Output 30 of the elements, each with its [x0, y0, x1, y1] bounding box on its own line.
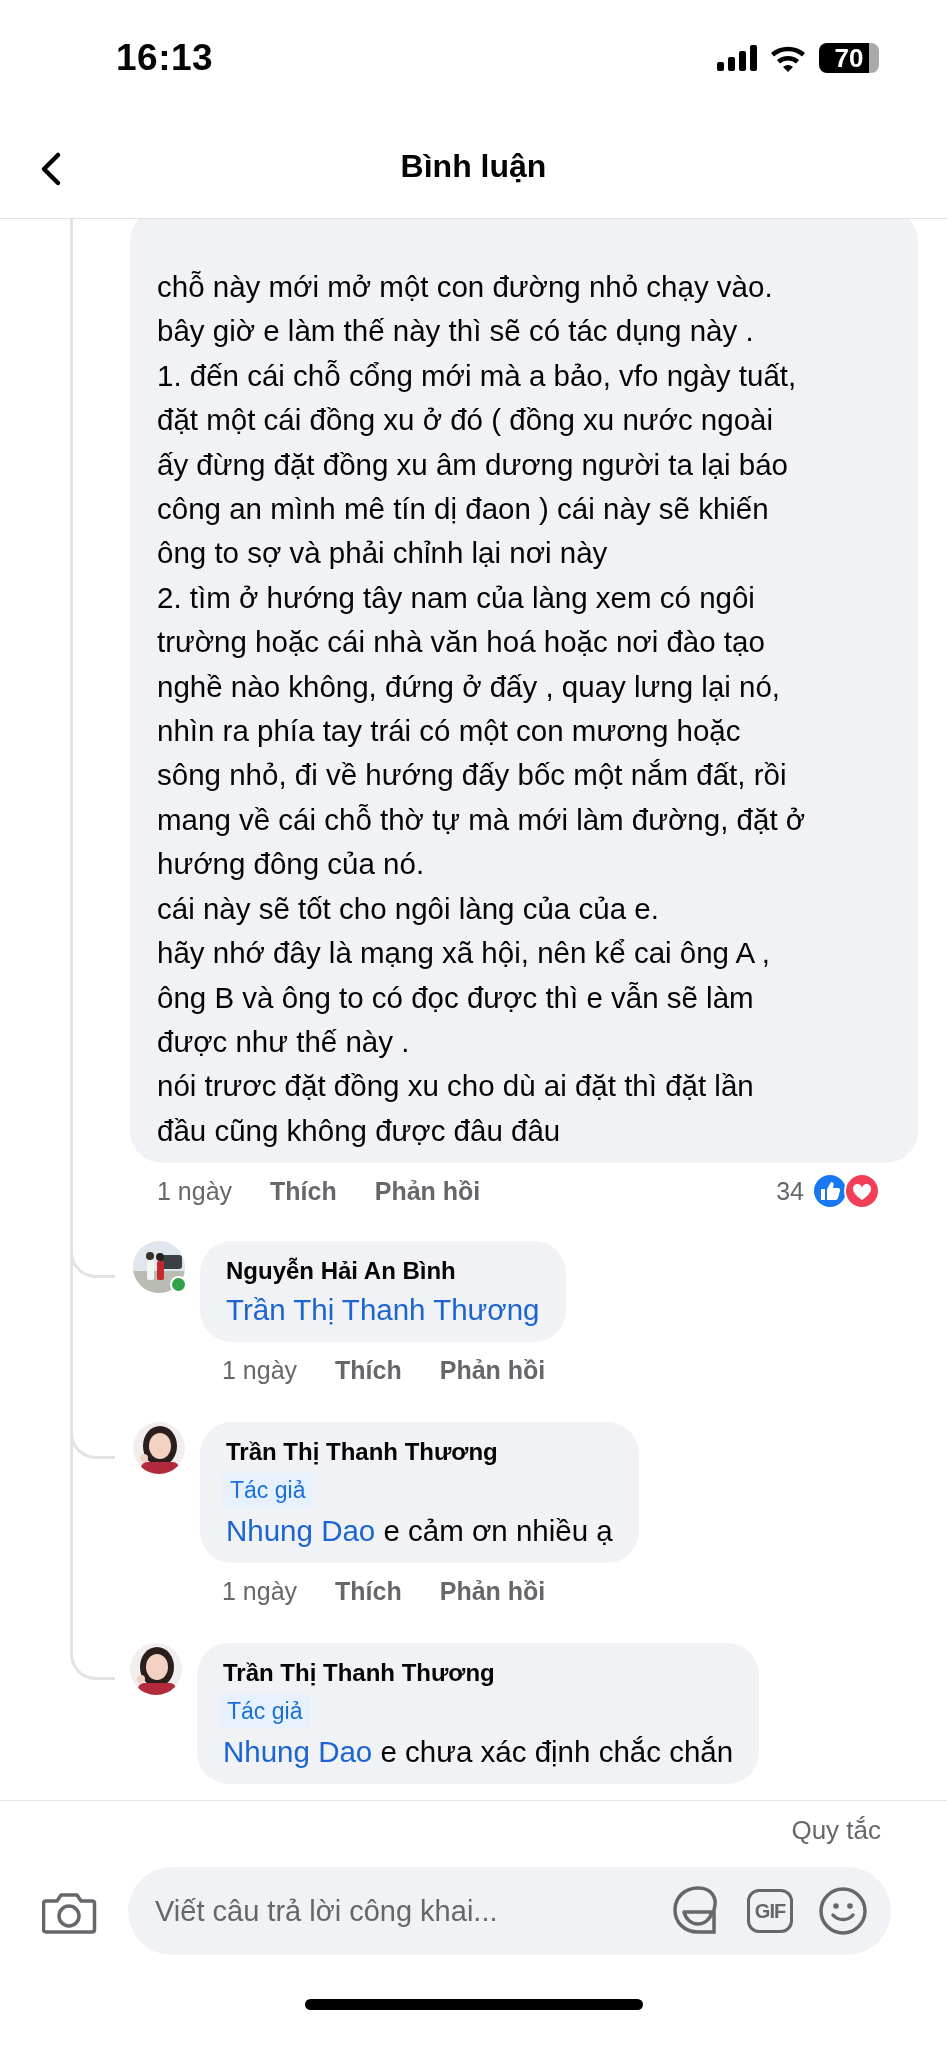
reply-link[interactable]: Phản hồi	[439, 1576, 546, 1606]
like-reaction-icon	[812, 1173, 848, 1210]
mention-link[interactable]: Nhung Dao	[223, 1735, 373, 1769]
author-badge: Tác giả	[219, 1694, 311, 1729]
love-reaction-icon	[844, 1173, 880, 1210]
comment-time: 1 ngày	[222, 1355, 298, 1385]
like-link[interactable]: Thích	[335, 1576, 402, 1606]
battery-indicator: 70	[819, 42, 879, 73]
reply-link[interactable]: Phản hồi	[439, 1355, 546, 1385]
comment-time: 1 ngày	[157, 1176, 233, 1206]
gif-button[interactable]: GIF	[747, 1889, 793, 1933]
author-name[interactable]: Nguyễn Hải An Bình	[226, 1254, 456, 1289]
rules-link[interactable]: Quy tắc	[791, 1815, 881, 1855]
like-link[interactable]: Thích	[270, 1176, 337, 1206]
status-time: 16:13	[116, 36, 214, 79]
mention-link[interactable]: Nhung Dao	[226, 1514, 376, 1548]
author-badge: Tác giả	[222, 1473, 314, 1508]
author-name[interactable]: Trần Thị Thanh Thương	[226, 1435, 498, 1470]
comment-time: 1 ngày	[222, 1576, 298, 1606]
author-name[interactable]: Trần Thị Thanh Thương	[223, 1656, 495, 1691]
reply-text: Nhung Dao e cảm ơn nhiều ạ	[226, 1513, 613, 1550]
emoji-icon[interactable]	[817, 1885, 869, 1937]
reply-text: Nhung Dao e chưa xác định chắc chắn	[223, 1734, 734, 1771]
like-link[interactable]: Thích	[335, 1355, 402, 1385]
reaction-count: 34	[776, 1176, 804, 1206]
comment-text: chỗ này mới mở một con đường nhỏ chạy vào. bây giờ e làm thế này thì sẽ có tác dụng này . 1. đến cái chỗ cổng mới mà a bảo, vfo ngày tuất, đặt một cái đồng xu ở đó ( đồng xu nước ngoài ấy đừng đặt đồng xu âm dương người ta lại báo công an mình mê tín dị đaon ) cái này sẽ khiến ông to sợ và phải chỉnh lại nơi này 2. tìm ở hướng tây nam của làng xem có ngôi trường hoặc cái nhà văn hoá hoặc nơi đào tạo nghề nào không, đứng ở đấy , quay lưng lại nó, nhìn ra phía tay trái có một con mương hoặc sông nhỏ, đi về hướng đấy bốc một nắm đất, rồi mang về cái chỗ thờ tự mà mới làm đường, đặt ở hướng đông của nó. cái này sẽ tốt cho ngôi làng của của e. hãy nhớ đây là mạng xã hội, nên kể cai ông A , ông B và ông to có đọc được thì e vẫn sẽ làm được như thế này . nói trươc đặt đồng xu cho dù ai đặt thì đặt lần đầu cũng không được đâu đâu	[130, 219, 918, 1164]
signal-icon	[717, 44, 757, 71]
mention-link[interactable]: Trần Thị Thanh Thương	[226, 1288, 540, 1333]
reply-link[interactable]: Phản hồi	[374, 1176, 481, 1206]
page-title: Bình luận	[400, 148, 547, 185]
